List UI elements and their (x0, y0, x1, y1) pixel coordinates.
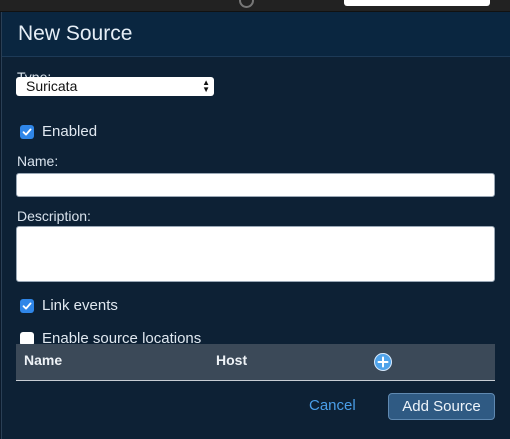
column-header-name[interactable]: Name (24, 352, 62, 368)
dialog-header: New Source (2, 12, 510, 57)
app-top-bar (0, 0, 510, 12)
dialog-title: New Source (18, 22, 133, 45)
plus-circle-icon (377, 356, 389, 368)
select-arrows-icon: ▲ ▼ (202, 78, 210, 94)
cancel-button[interactable]: Cancel (309, 397, 356, 414)
description-textarea[interactable] (16, 226, 495, 282)
enabled-checkbox[interactable] (20, 124, 34, 139)
link-events-checkbox-row[interactable]: Link events (20, 297, 118, 314)
type-select[interactable]: Suricata ▲ ▼ (16, 77, 214, 96)
column-header-host[interactable]: Host (216, 352, 247, 368)
check-icon (22, 128, 32, 135)
description-label: Description: (17, 208, 91, 224)
enabled-checkbox-row[interactable]: Enabled (20, 123, 97, 140)
add-source-button[interactable]: Add Source (388, 393, 495, 420)
link-events-label: Link events (42, 297, 118, 314)
name-input[interactable] (16, 173, 495, 197)
top-search-field[interactable] (344, 0, 490, 6)
check-icon (22, 302, 32, 309)
add-location-button[interactable] (374, 353, 392, 371)
type-select-value: Suricata (26, 78, 78, 94)
name-label: Name: (17, 153, 59, 169)
locations-table-header: Name Host (16, 344, 495, 381)
enabled-label: Enabled (42, 123, 98, 140)
help-icon[interactable] (239, 0, 254, 8)
link-events-checkbox[interactable] (20, 298, 34, 313)
